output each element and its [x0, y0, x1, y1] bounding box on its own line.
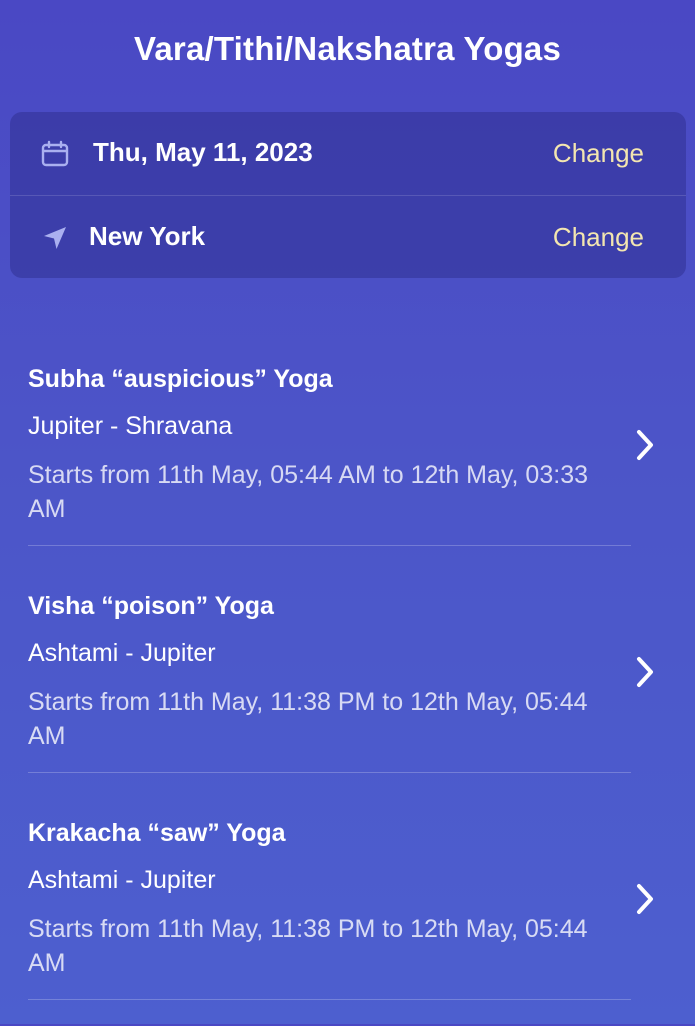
yoga-name: Krakacha “saw” Yoga — [28, 819, 286, 847]
divider — [28, 999, 631, 1000]
yoga-timing: Starts from 11th May, 11:38 PM to 12th M… — [28, 688, 588, 750]
list-item[interactable]: Visha “poison” Yoga Ashtami - Jupiter St… — [0, 572, 695, 799]
location-arrow-icon — [44, 227, 66, 249]
divider — [28, 545, 631, 546]
yoga-combination: Jupiter - Shravana — [28, 412, 233, 440]
chevron-right-icon — [637, 430, 653, 460]
change-date-button[interactable]: Change — [553, 138, 644, 169]
page-title: Vara/Tithi/Nakshatra Yogas — [133, 30, 562, 67]
settings-card: Thu, May 11, 2023 Change New York Change — [10, 112, 686, 278]
yoga-name: Visha “poison” Yoga — [28, 592, 274, 620]
date-row[interactable]: Thu, May 11, 2023 Change — [10, 112, 686, 195]
yoga-timing: Starts from 11th May, 05:44 AM to 12th M… — [28, 461, 588, 523]
selected-date: Thu, May 11, 2023 — [93, 137, 313, 167]
yoga-timing: Starts from 11th May, 11:38 PM to 12th M… — [28, 915, 588, 977]
yoga-combination: Ashtami - Jupiter — [28, 639, 216, 667]
location-row[interactable]: New York Change — [10, 195, 686, 279]
chevron-right-icon — [637, 657, 653, 687]
chevron-right-icon — [637, 884, 653, 914]
change-location-button[interactable]: Change — [553, 222, 644, 253]
list-item[interactable]: Krakacha “saw” Yoga Ashtami - Jupiter St… — [0, 799, 695, 1026]
divider — [28, 772, 631, 773]
yoga-combination: Ashtami - Jupiter — [28, 866, 216, 894]
list-item[interactable]: Subha “auspicious” Yoga Jupiter - Shrava… — [0, 345, 695, 572]
selected-location: New York — [89, 221, 206, 251]
yoga-name: Subha “auspicious” Yoga — [28, 365, 333, 393]
calendar-icon — [41, 140, 69, 167]
